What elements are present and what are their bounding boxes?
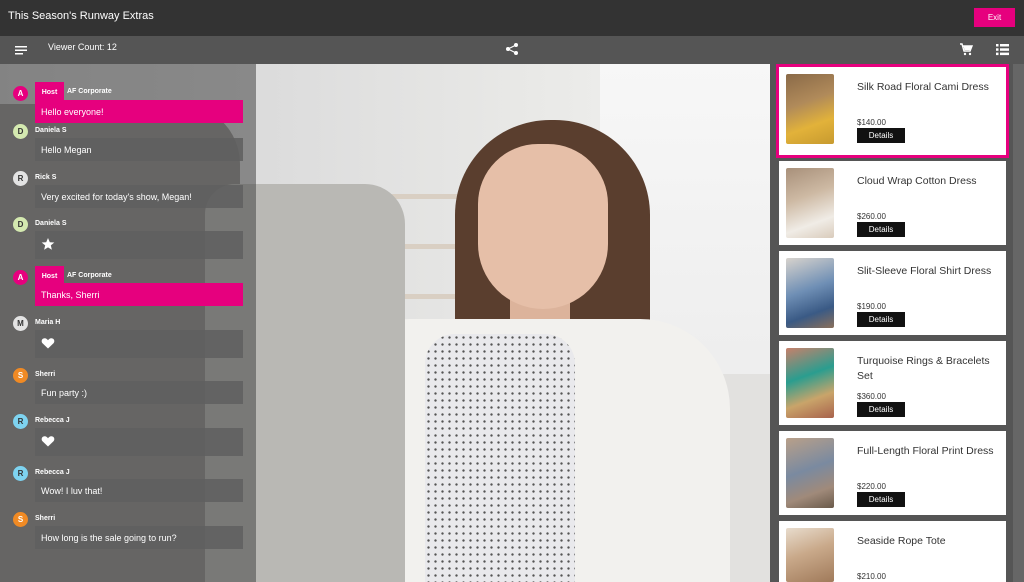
sender-name: Rebecca J [35,469,70,476]
sender-name: AF Corporate [67,88,112,95]
avatar: D [13,217,28,232]
product-price: $190.00 [857,302,886,311]
presenter-top [425,334,575,582]
details-button[interactable]: Details [857,492,905,507]
viewer-count: Viewer Count: 12 [48,42,117,52]
product-thumbnail[interactable] [786,168,834,238]
page-title: This Season's Runway Extras [8,10,154,22]
product-name[interactable]: Full-Length Floral Print Dress [857,444,1002,459]
host-badge: Host [35,82,64,102]
list-icon[interactable] [996,43,1009,56]
product-thumbnail[interactable] [786,348,834,418]
product-price: $220.00 [857,482,886,491]
product-name[interactable]: Seaside Rope Tote [857,534,1002,549]
product-name[interactable]: Cloud Wrap Cotton Dress [857,174,1002,189]
presenter-face [478,144,608,309]
product-card[interactable]: Slit-Sleeve Floral Shirt Dress $190.00 D… [779,251,1006,335]
avatar: S [13,512,28,527]
heart-icon [41,434,55,450]
sender-name: Rick S [35,174,57,181]
product-card[interactable]: Seaside Rope Tote $210.00 [779,521,1006,582]
message-bubble: Hello everyone! [35,100,243,123]
product-thumbnail[interactable] [786,74,834,144]
product-name[interactable]: Slit-Sleeve Floral Shirt Dress [857,264,1002,279]
share-icon[interactable] [505,42,519,56]
message-bubble: Fun party :) [35,381,243,404]
avatar: R [13,466,28,481]
menu-lines-icon[interactable] [15,44,27,56]
product-thumbnail[interactable] [786,528,834,582]
message-bubble: Hello Megan [35,138,243,161]
shopping-cart-icon[interactable] [959,42,974,56]
avatar: A [13,86,28,101]
sender-name: Rebecca J [35,417,70,424]
message-bubble: Very excited for today's show, Megan! [35,185,243,208]
product-card[interactable]: Cloud Wrap Cotton Dress $260.00 Details [779,161,1006,245]
top-bar: This Season's Runway Extras Exit [0,0,1024,36]
message-bubble: How long is the sale going to run? [35,526,243,549]
product-thumbnail[interactable] [786,438,834,508]
chat-panel: A Host AF Corporate Hello everyone! D Da… [0,64,256,582]
product-name[interactable]: Turquoise Rings & Bracelets Set [857,354,1002,384]
avatar: M [13,316,28,331]
message-bubble [35,330,243,358]
avatar: S [13,368,28,383]
message-bubble: Thanks, Sherri [35,283,243,306]
sender-name: AF Corporate [67,272,112,279]
product-name[interactable]: Silk Road Floral Cami Dress [857,80,1002,95]
sender-name: Daniela S [35,220,67,227]
details-button[interactable]: Details [857,312,905,327]
product-price: $210.00 [857,572,886,581]
product-price: $260.00 [857,212,886,221]
product-card-selected[interactable]: Silk Road Floral Cami Dress $140.00 Deta… [776,64,1009,158]
product-list: Silk Road Floral Cami Dress $140.00 Deta… [770,64,1024,582]
details-button[interactable]: Details [857,222,905,237]
avatar: R [13,414,28,429]
details-button[interactable]: Details [857,128,905,143]
sender-name: Daniela S [35,127,67,134]
details-button[interactable]: Details [857,402,905,417]
sender-name: Sherri [35,515,56,522]
exit-button[interactable]: Exit [974,8,1015,27]
product-price: $140.00 [857,118,886,127]
scrollbar[interactable] [1013,64,1024,582]
message-bubble: Wow! I luv that! [35,479,243,502]
product-card[interactable]: Full-Length Floral Print Dress $220.00 D… [779,431,1006,515]
sender-name: Maria H [35,319,61,326]
product-card[interactable]: Turquoise Rings & Bracelets Set $360.00 … [779,341,1006,425]
avatar: A [13,270,28,285]
message-bubble [35,428,243,456]
avatar: D [13,124,28,139]
message-bubble [35,231,243,259]
heart-icon [41,336,55,352]
toolbar: Viewer Count: 12 [0,36,1024,64]
product-thumbnail[interactable] [786,258,834,328]
avatar: R [13,171,28,186]
product-price: $360.00 [857,392,886,401]
sender-name: Sherri [35,371,56,378]
star-icon [41,237,55,253]
